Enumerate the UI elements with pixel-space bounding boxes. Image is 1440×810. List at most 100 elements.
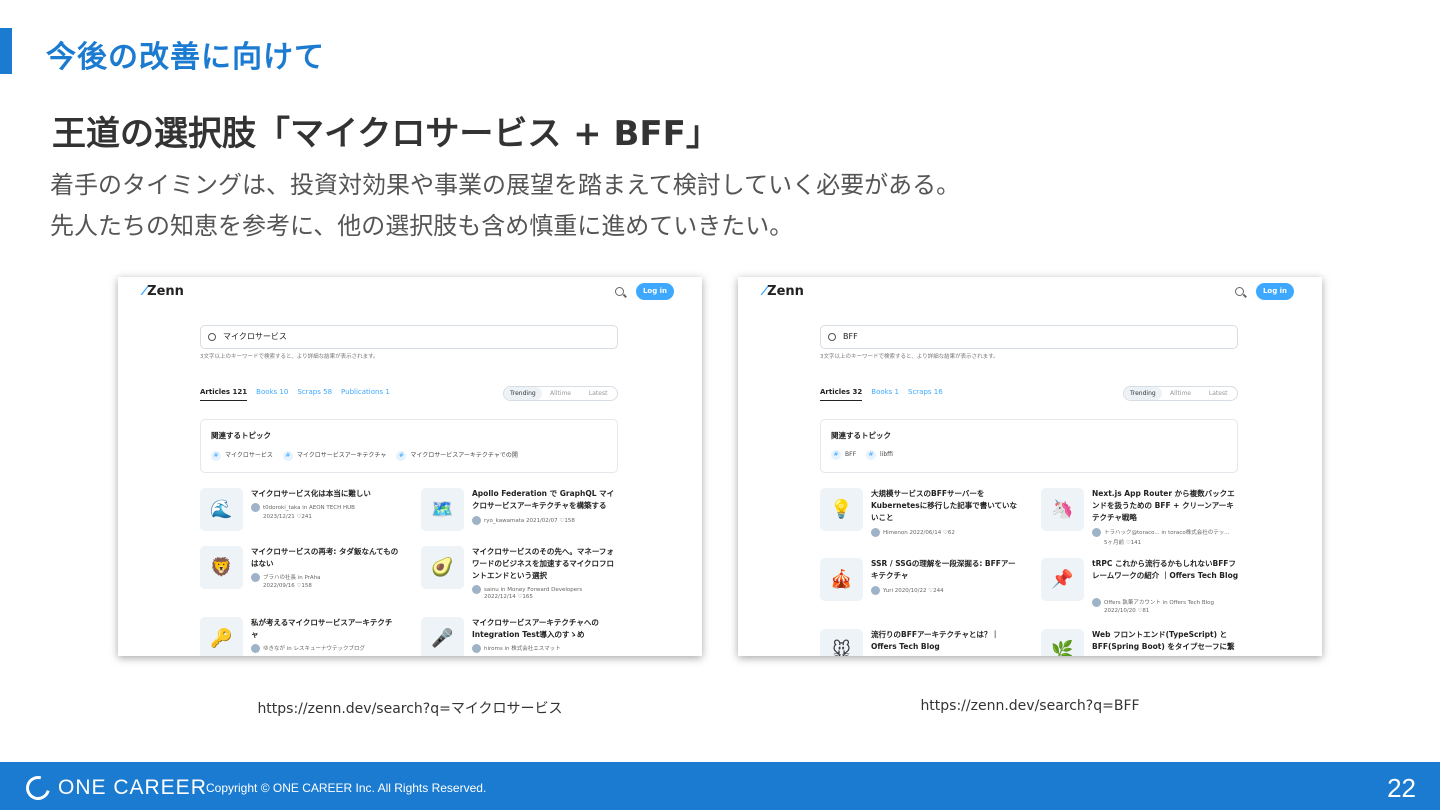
search-icon [208, 333, 216, 341]
topic-chip[interactable]: # マイクロサービス [211, 450, 273, 461]
article-card[interactable]: 🥑 マイクロサービスのその先へ。マネーフォワードのビジネスを加速するマイクロフロ… [421, 546, 621, 606]
article-title[interactable]: 私が考えるマイクロサービスアーキテクチャ [251, 617, 399, 641]
topic-chip[interactable]: # マイクロサービスアーキテクチャでの開 [396, 450, 518, 461]
article-title[interactable]: マイクロサービスの再考: タダ飯なんてものはない [251, 546, 399, 570]
article-emoji: 🌿 [1041, 629, 1084, 656]
zenn-logo[interactable]: ⁄Zenn [144, 284, 184, 299]
article-emoji: 🎤 [421, 617, 464, 656]
article-title[interactable]: マイクロサービスアーキテクチャへの Integration Test導入のすゝめ [472, 617, 620, 641]
topic-chip-label: libffi [880, 451, 893, 458]
article-card[interactable]: 🦁 マイクロサービスの再考: タダ飯なんてものはない ブラハの社長 in PrA… [200, 546, 400, 606]
search-icon[interactable] [1235, 287, 1244, 296]
tab-scraps[interactable]: Scraps 16 [908, 388, 943, 396]
article-emoji: 🦁 [200, 546, 243, 589]
article-card[interactable]: 💡 大規模サービスのBFFサーバーをKubernetesに移行した記事で書いてい… [820, 488, 1020, 548]
sort-latest[interactable]: Latest [579, 387, 617, 400]
topic-chip[interactable]: # BFF [831, 450, 856, 460]
article-author: t0doroki_taka in AEON TECH HUB [251, 503, 355, 512]
article-author-text: トラハック@toraco... in toraco株式会社のテッ... [1104, 530, 1230, 536]
screenshot-bff-search: ⁄Zenn Log in BFF 3文字以上のキーワードで検索すると、より詳細な… [738, 277, 1322, 656]
avatar [1092, 598, 1101, 607]
article-card[interactable]: 🗺️ Apollo Federation で GraphQL マイクロサービスア… [421, 488, 621, 548]
hash-icon: # [831, 450, 841, 460]
article-card[interactable]: 🐭 流行りのBFFアーキテクチャとは？｜Offers Tech Blog [820, 629, 1020, 656]
article-card[interactable]: 🎤 マイクロサービスアーキテクチャへの Integration Test導入のす… [421, 617, 621, 656]
topic-chip-label: BFF [845, 451, 857, 458]
hash-icon: # [211, 451, 221, 461]
topic-chips: # マイクロサービス # マイクロサービスアーキテクチャ # マイクロサービスアーキテ… [211, 450, 518, 461]
topic-chip[interactable]: # マイクロサービスアーキテクチャ [282, 450, 386, 461]
topic-chip-label: マイクロサービスアーキテクチャでの開 [410, 452, 518, 459]
article-author-text: ブラハの社長 in PrAha [263, 575, 321, 581]
article-date: 2022/10/20 ♡81 [1104, 608, 1150, 614]
sort-alltime[interactable]: Alltime [542, 387, 580, 400]
search-input-value: BFF [843, 332, 858, 341]
article-author-text: ryo_kawamata 2021/02/07 ♡158 [484, 518, 575, 524]
page-number: 22 [1387, 773, 1416, 803]
article-author: Yuri 2020/10/22 ♡244 [871, 586, 944, 595]
tab-articles[interactable]: Articles 121 [200, 388, 248, 401]
article-title[interactable]: マイクロサービス化は本当に難しい [251, 488, 399, 500]
tab-publications[interactable]: Publications 1 [341, 388, 390, 396]
sort-toggle: Trending Alltime Latest [503, 386, 618, 401]
tab-books[interactable]: Books 10 [256, 388, 288, 396]
article-date: 2022/09/16 ♡158 [263, 583, 312, 589]
body-line-2: 先人たちの知恵を参考に、他の選択肢も含め慎重に進めていきたい。 [50, 212, 794, 240]
avatar [472, 644, 481, 653]
topic-chip[interactable]: # libffi [866, 450, 893, 460]
article-card[interactable]: 🌿 Web フロントエンド(TypeScript) と BFF(Spring B… [1041, 629, 1241, 656]
article-title[interactable]: Next.js App Router から複数バックエンドを扱うための BFF … [1092, 488, 1240, 524]
main-title: 王道の選択肢「マイクロサービス + BFF」 [52, 114, 720, 154]
search-hint: 3文字以上のキーワードで検索すると、より詳細な結果が表示されます。 [200, 354, 379, 360]
sort-alltime[interactable]: Alltime [1162, 387, 1200, 400]
article-title[interactable]: 流行りのBFFアーキテクチャとは？｜Offers Tech Blog [871, 629, 1019, 653]
related-topics: 関連するトピック # マイクロサービス # マイクロサービスアーキテクチャ # マイク… [200, 419, 618, 473]
search-input[interactable]: マイクロサービス [200, 325, 618, 349]
article-card[interactable]: 🔑 私が考えるマイクロサービスアーキテクチャ ゆきなが in レスキューナウテッ… [200, 617, 400, 656]
caption-bff-url[interactable]: https://zenn.dev/search?q=BFF [738, 698, 1322, 714]
article-emoji: 📌 [1041, 558, 1084, 601]
search-icon[interactable] [615, 287, 624, 296]
article-title[interactable]: SSR / SSGの理解を一段深掘る: BFFアーキテクチャ [871, 558, 1019, 582]
login-button[interactable]: Log in [636, 283, 674, 300]
avatar [871, 586, 880, 595]
footer-copyright: Copyright © ONE CAREER Inc. All Rights R… [206, 781, 487, 795]
search-hint: 3文字以上のキーワードで検索すると、より詳細な結果が表示されます。 [820, 354, 999, 360]
avatar [472, 585, 481, 594]
heading-accent-bar [0, 28, 12, 74]
caption-microservices-url[interactable]: https://zenn.dev/search?q=マイクロサービス [118, 698, 702, 718]
avatar [251, 503, 260, 512]
footer: ONE CAREER Copyright © ONE CAREER Inc. A… [0, 762, 1440, 810]
search-input[interactable]: BFF [820, 325, 1238, 349]
article-title[interactable]: Web フロントエンド(TypeScript) と BFF(Spring Boo… [1092, 629, 1240, 653]
zenn-logo[interactable]: ⁄Zenn [764, 284, 804, 299]
sort-trending[interactable]: Trending [504, 387, 542, 400]
article-author-text: hiroms in 株式会社エスマット [484, 646, 561, 652]
article-author: hiroms in 株式会社エスマット [472, 644, 561, 653]
hash-icon: # [866, 450, 877, 460]
article-title[interactable]: 大規模サービスのBFFサーバーをKubernetesに移行した記事で書いていない… [871, 488, 1019, 524]
article-author: sainu in Money Forward Developers [472, 585, 582, 594]
article-title[interactable]: マイクロサービスのその先へ。マネーフォワードのビジネスを加速するマイクロフロント… [472, 546, 620, 582]
article-card[interactable]: 🌊 マイクロサービス化は本当に難しい t0doroki_taka in AEON… [200, 488, 400, 548]
article-author-text: t0doroki_taka in AEON TECH HUB [263, 505, 355, 511]
article-card[interactable]: 📌 tRPC これから流行るかもしれないBFFフレームワークの紹介 ｜Offer… [1041, 558, 1241, 618]
article-card[interactable]: 🎪 SSR / SSGの理解を一段深掘る: BFFアーキテクチャ Yuri 20… [820, 558, 1020, 618]
tab-scraps[interactable]: Scraps 58 [297, 388, 332, 396]
avatar [1092, 528, 1101, 537]
slide: 今後の改善に向けて 王道の選択肢「マイクロサービス + BFF」 着手のタイミン… [0, 0, 1440, 810]
sort-latest[interactable]: Latest [1199, 387, 1237, 400]
tab-books[interactable]: Books 1 [871, 388, 899, 396]
article-date: 2023/12/21 ♡241 [263, 514, 312, 520]
article-author: ブラハの社長 in PrAha [251, 573, 321, 582]
article-emoji: 🐭 [820, 629, 863, 656]
login-button[interactable]: Log in [1256, 283, 1294, 300]
article-title[interactable]: tRPC これから流行るかもしれないBFFフレームワークの紹介 ｜Offers … [1092, 558, 1240, 582]
article-card[interactable]: 🦄 Next.js App Router から複数バックエンドを扱うための BF… [1041, 488, 1241, 548]
related-topics-title: 関連するトピック [831, 431, 891, 440]
article-title[interactable]: Apollo Federation で GraphQL マイクロサービスアーキテ… [472, 488, 620, 512]
sort-trending[interactable]: Trending [1124, 387, 1162, 400]
tab-articles[interactable]: Articles 32 [820, 388, 863, 401]
avatar [251, 573, 260, 582]
zenn-logo-text: Zenn [147, 284, 184, 299]
